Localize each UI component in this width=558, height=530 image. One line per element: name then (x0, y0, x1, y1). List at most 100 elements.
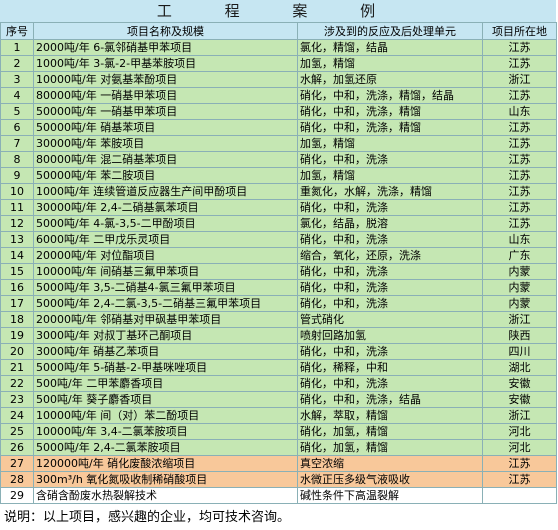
cell-process: 硝化，中和，洗涤 (297, 295, 483, 312)
cell-name: 10000吨/年 3,4-二氯苯胺项目 (33, 423, 298, 440)
table-row: 4 80000吨/年 一硝基甲苯项目 硝化，中和，洗涤，精馏，结晶 江苏 (0, 87, 557, 104)
table-row: 18 20000吨/年 邻硝基对甲砜基甲苯项目 管式硝化 浙江 (0, 311, 557, 328)
cell-no: 10 (0, 183, 34, 200)
cell-process: 加氢，精馏 (297, 55, 483, 72)
cell-process: 水解，萃取，精馏 (297, 407, 483, 424)
cell-name: 10000吨/年 间硝基三氟甲苯项目 (33, 263, 298, 280)
cell-name: 5000吨/年 3,5-二硝基4-氯三氟甲苯项目 (33, 279, 298, 296)
table-row: 15 10000吨/年 间硝基三氟甲苯项目 硝化，中和，洗涤 内蒙 (0, 263, 557, 280)
cell-region: 浙江 (482, 311, 557, 328)
cell-process: 硝化，中和，洗涤，精馏 (297, 103, 483, 120)
cell-name: 6000吨/年 二甲戊乐灵项目 (33, 231, 298, 248)
cell-no: 29 (0, 487, 34, 504)
cell-process: 硝化，中和，洗涤，精馏，结晶 (297, 87, 483, 104)
cell-region: 江苏 (482, 87, 557, 104)
cell-no: 28 (0, 471, 34, 488)
cell-region: 湖北 (482, 359, 557, 376)
cell-region: 浙江 (482, 407, 557, 424)
case-table: 序号 项目名称及规模 涉及到的反应及后处理单元 项目所在地 1 2000吨/年 6… (0, 22, 557, 504)
cell-name: 5000吨/年 2,4-二氯-3,5-二硝基三氟甲苯项目 (33, 295, 298, 312)
case-sheet: 工 程 案 例 序号 项目名称及规模 涉及到的反应及后处理单元 项目所在地 12… (0, 0, 558, 530)
cell-no: 2 (0, 55, 34, 72)
cell-no: 19 (0, 327, 34, 344)
table-row: 22 500吨/年 二甲苯麝香项目 硝化，中和，洗涤 安徽 (0, 375, 557, 392)
cell-no: 18 (0, 311, 34, 328)
cell-no: 7 (0, 135, 34, 152)
table-row: 19 3000吨/年 对叔丁基环己酮项目 喷射回路加氢 陕西 (0, 327, 557, 344)
cell-process: 加氢，精馏 (297, 135, 483, 152)
cell-region: 河北 (482, 439, 557, 456)
cell-region: 河北 (482, 423, 557, 440)
cell-process: 硝化，中和，洗涤，结晶 (297, 391, 483, 408)
cell-process: 氯化，精馏，结晶 (297, 39, 483, 56)
cell-no: 22 (0, 375, 34, 392)
table-row: 5 50000吨/年 一硝基甲苯项目 硝化，中和，洗涤，精馏 山东 (0, 103, 557, 120)
table-row: 1 2000吨/年 6-氯邻硝基甲苯项目 氯化，精馏，结晶 江苏 (0, 39, 557, 56)
cell-no: 20 (0, 343, 34, 360)
cell-name: 30000吨/年 2,4-二硝基氯苯项目 (33, 199, 298, 216)
table-row: 23 500吨/年 葵子麝香项目 硝化，中和，洗涤，结晶 安徽 (0, 391, 557, 408)
table-body: 1 2000吨/年 6-氯邻硝基甲苯项目 氯化，精馏，结晶 江苏 2 1000吨/年 3-… (0, 39, 557, 504)
cell-process: 硝化，中和，洗涤 (297, 231, 483, 248)
table-row: 20 3000吨/年 硝基乙苯项目 硝化，中和，洗涤 四川 (0, 343, 557, 360)
cell-name: 2000吨/年 6-氯邻硝基甲苯项目 (33, 39, 298, 56)
cell-no: 21 (0, 359, 34, 376)
cell-name: 5000吨/年 5-硝基-2-甲基咪唑项目 (33, 359, 298, 376)
cell-region: 内蒙 (482, 263, 557, 280)
cell-name: 3000吨/年 硝基乙苯项目 (33, 343, 298, 360)
cell-name: 10000吨/年 对氨基苯酚项目 (33, 71, 298, 88)
cell-name: 1000吨/年 连续管道反应器生产间甲酚项目 (33, 183, 298, 200)
table-row: 2 1000吨/年 3-氯-2-甲基苯胺项目 加氢，精馏 江苏 (0, 55, 557, 72)
cell-name: 30000吨/年 苯胺项目 (33, 135, 298, 152)
cell-name: 80000吨/年 混二硝基苯项目 (33, 151, 298, 168)
table-row: 27 120000吨/年 硝化废酸浓缩项目 真空浓缩 江苏 (0, 455, 557, 472)
cell-no: 27 (0, 455, 34, 472)
table-row: 14 20000吨/年 对位酯项目 缩合，氧化，还原，洗涤 广东 (0, 247, 557, 264)
cell-region: 广东 (482, 247, 557, 264)
table-row: 28 300m³/h 氧化氮吸收制稀硝酸项目 水微正压多级气液吸收 江苏 (0, 471, 557, 488)
cell-process: 硝化，中和，洗涤 (297, 375, 483, 392)
cell-region: 江苏 (482, 55, 557, 72)
cell-region: 陕西 (482, 327, 557, 344)
table-row: 25 10000吨/年 3,4-二氯苯胺项目 硝化，加氢，精馏 河北 (0, 423, 557, 440)
cell-region: 江苏 (482, 215, 557, 232)
footer-note: 说明：以上项目，感兴趣的企业，均可技术咨询。 (4, 510, 291, 525)
cell-region: 浙江 (482, 71, 557, 88)
cell-no: 15 (0, 263, 34, 280)
cell-no: 1 (0, 39, 34, 56)
cell-process: 加氢，精馏 (297, 167, 483, 184)
cell-process: 水微正压多级气液吸收 (297, 471, 483, 488)
table-row: 26 5000吨/年 2,4-二氯苯胺项目 硝化，加氢，精馏 河北 (0, 439, 557, 456)
table-row: 17 5000吨/年 2,4-二氯-3,5-二硝基三氟甲苯项目 硝化，中和，洗涤 内蒙 (0, 295, 557, 312)
cell-region: 江苏 (482, 151, 557, 168)
cell-name: 300m³/h 氧化氮吸收制稀硝酸项目 (33, 471, 298, 488)
cell-no: 14 (0, 247, 34, 264)
cell-name: 500吨/年 二甲苯麝香项目 (33, 375, 298, 392)
table-row: 16 5000吨/年 3,5-二硝基4-氯三氟甲苯项目 硝化，中和，洗涤 内蒙 (0, 279, 557, 296)
cell-name: 含硝含酚废水热裂解技术 (33, 487, 298, 504)
cell-no: 3 (0, 71, 34, 88)
cell-process: 硝化，中和，洗涤 (297, 279, 483, 296)
cell-region: 内蒙 (482, 295, 557, 312)
header-region: 项目所在地 (482, 22, 557, 40)
table-row: 10 1000吨/年 连续管道反应器生产间甲酚项目 重氮化，水解，洗涤，精馏 江苏 (0, 183, 557, 200)
cell-name: 50000吨/年 硝基苯项目 (33, 119, 298, 136)
cell-name: 1000吨/年 3-氯-2-甲基苯胺项目 (33, 55, 298, 72)
cell-no: 26 (0, 439, 34, 456)
cell-region (482, 487, 557, 504)
cell-no: 6 (0, 119, 34, 136)
cell-process: 管式硝化 (297, 311, 483, 328)
cell-no: 11 (0, 199, 34, 216)
cell-no: 16 (0, 279, 34, 296)
cell-name: 500吨/年 葵子麝香项目 (33, 391, 298, 408)
header-name: 项目名称及规模 (33, 22, 298, 40)
sheet-title: 工 程 案 例 (0, 0, 556, 23)
table-row: 11 30000吨/年 2,4-二硝基氯苯项目 硝化，中和，洗涤 江苏 (0, 199, 557, 216)
cell-process: 缩合，氧化，还原，洗涤 (297, 247, 483, 264)
cell-name: 3000吨/年 对叔丁基环己酮项目 (33, 327, 298, 344)
cell-name: 20000吨/年 对位酯项目 (33, 247, 298, 264)
cell-region: 江苏 (482, 135, 557, 152)
cell-name: 5000吨/年 2,4-二氯苯胺项目 (33, 439, 298, 456)
cell-name: 120000吨/年 硝化废酸浓缩项目 (33, 455, 298, 472)
table-row: 7 30000吨/年 苯胺项目 加氢，精馏 江苏 (0, 135, 557, 152)
